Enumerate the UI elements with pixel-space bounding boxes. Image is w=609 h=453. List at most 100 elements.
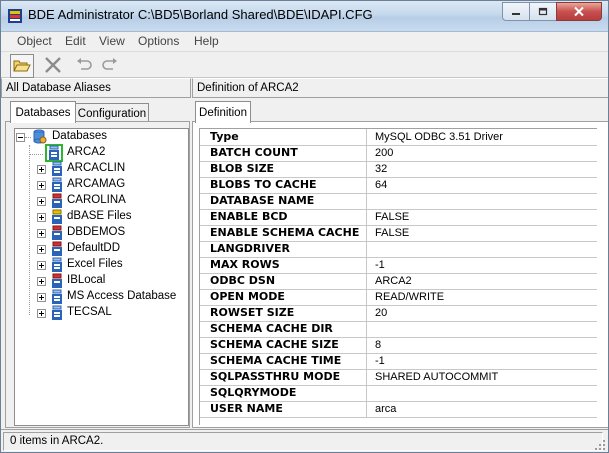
grid-row-sqlpassthru-mode[interactable]: SQLPASSTHRU MODE SHARED AUTOCOMMIT xyxy=(200,369,597,386)
grid-row-schema-cache-time[interactable]: SCHEMA CACHE TIME -1 xyxy=(200,353,597,370)
right-panel-header: Definition of ARCA2 xyxy=(192,78,608,98)
param-value[interactable]: arca xyxy=(368,401,597,417)
param-value[interactable]: 20 xyxy=(368,305,597,321)
param-value[interactable]: 32 xyxy=(368,161,597,177)
grid-row-blob-size[interactable]: BLOB SIZE 32 xyxy=(200,161,597,178)
param-value[interactable]: FALSE xyxy=(368,225,597,241)
grid-row-enable-schema-cache[interactable]: ENABLE SCHEMA CACHE FALSE xyxy=(200,225,597,242)
open-button[interactable] xyxy=(10,54,34,78)
param-name: SCHEMA CACHE DIR xyxy=(200,321,367,337)
param-value[interactable]: FALSE xyxy=(368,209,597,225)
param-value[interactable]: READ/WRITE xyxy=(368,289,597,305)
grid-row-odbc-dsn[interactable]: ODBC DSN ARCA2 xyxy=(200,273,597,290)
param-name: USER NAME xyxy=(200,401,367,417)
grid-row-type[interactable]: Type MySQL ODBC 3.51 Driver xyxy=(200,129,597,146)
tab-databases[interactable]: Databases xyxy=(10,101,76,123)
tree-item-label: ARCAMAG xyxy=(67,178,126,190)
tree-item-label: IBLocal xyxy=(67,274,106,286)
undo-icon xyxy=(77,58,92,70)
param-value[interactable] xyxy=(368,193,597,209)
collapse-icon[interactable] xyxy=(16,133,25,142)
left-panel-header: All Database Aliases xyxy=(1,78,191,98)
param-value[interactable] xyxy=(368,385,597,401)
database-alias-icon xyxy=(52,257,62,272)
tree-item-defaultdd[interactable]: DefaultDD xyxy=(15,241,185,257)
grid-row-max-rows[interactable]: MAX ROWS -1 xyxy=(200,257,597,274)
expand-icon[interactable] xyxy=(37,293,46,302)
database-alias-icon xyxy=(52,289,62,304)
tree-item-label: MS Access Database xyxy=(67,290,177,302)
definition-grid: Type MySQL ODBC 3.51 Driver BATCH COUNT 20… xyxy=(199,128,597,425)
expand-icon[interactable] xyxy=(37,261,46,270)
param-value[interactable]: -1 xyxy=(368,353,597,369)
param-value[interactable]: -1 xyxy=(368,257,597,273)
tree-item-label: ARCA2 xyxy=(67,146,106,158)
grid-row-schema-cache-dir[interactable]: SCHEMA CACHE DIR xyxy=(200,321,597,338)
tree-item-carolina[interactable]: CAROLINA xyxy=(15,193,185,209)
grid-row-open-mode[interactable]: OPEN MODE READ/WRITE xyxy=(200,289,597,306)
expand-icon[interactable] xyxy=(37,165,46,174)
grid-row-schema-cache-size[interactable]: SCHEMA CACHE SIZE 8 xyxy=(200,337,597,354)
menu-view[interactable]: View xyxy=(99,34,125,48)
tree-root-databases[interactable]: Databases xyxy=(15,129,185,145)
expand-icon[interactable] xyxy=(37,213,46,222)
param-value[interactable] xyxy=(368,241,597,257)
tree-item-arcamag[interactable]: ARCAMAG xyxy=(15,177,185,193)
param-name: SQLQRYMODE xyxy=(200,385,367,401)
tree-item-dbdemos[interactable]: DBDEMOS xyxy=(15,225,185,241)
param-value[interactable]: 200 xyxy=(368,145,597,161)
database-tree[interactable]: Databases ARCA2 ARCACLIN ARCAMAG CAROLIN… xyxy=(14,128,189,426)
param-value[interactable]: ARCA2 xyxy=(368,273,597,289)
expand-icon[interactable] xyxy=(37,277,46,286)
toolbar xyxy=(1,52,608,78)
param-value[interactable] xyxy=(368,321,597,337)
tree-item-tecsal[interactable]: TECSAL xyxy=(15,305,185,321)
tab-definition[interactable]: Definition xyxy=(195,101,251,123)
tab-configuration[interactable]: Configuration xyxy=(75,103,149,123)
expand-icon[interactable] xyxy=(37,197,46,206)
menu-options[interactable]: Options xyxy=(138,34,179,48)
menu-edit[interactable]: Edit xyxy=(65,34,86,48)
expand-icon[interactable] xyxy=(37,229,46,238)
expand-icon[interactable] xyxy=(37,181,46,190)
grid-row-database-name[interactable]: DATABASE NAME xyxy=(200,193,597,210)
tree-item-arcaclin[interactable]: ARCACLIN xyxy=(15,161,185,177)
grid-row-langdriver[interactable]: LANGDRIVER xyxy=(200,241,597,258)
grid-row-batch-count[interactable]: BATCH COUNT 200 xyxy=(200,145,597,162)
grid-row-rowset-size[interactable]: ROWSET SIZE 20 xyxy=(200,305,597,322)
minimize-button[interactable] xyxy=(502,2,530,21)
tree-item-iblocal[interactable]: IBLocal xyxy=(15,273,185,289)
param-name: SCHEMA CACHE TIME xyxy=(200,353,367,369)
param-name: MAX ROWS xyxy=(200,257,367,273)
tree-item-arca2[interactable]: ARCA2 xyxy=(15,144,185,162)
param-value[interactable]: 64 xyxy=(368,177,597,193)
databases-tab-panel: Databases ARCA2 ARCACLIN ARCAMAG CAROLIN… xyxy=(5,121,190,428)
grid-row-blobs-to-cache[interactable]: BLOBS TO CACHE 64 xyxy=(200,177,597,194)
title-bar[interactable]: BDE Administrator C:\BD5\Borland Shared\… xyxy=(1,1,608,32)
menu-object[interactable]: Object xyxy=(17,34,52,48)
grid-row-enable-bcd[interactable]: ENABLE BCD FALSE xyxy=(200,209,597,226)
param-value[interactable]: SHARED AUTOCOMMIT xyxy=(368,369,597,385)
close-button[interactable] xyxy=(556,2,602,21)
delete-x-icon xyxy=(45,57,61,73)
grid-row-user-name[interactable]: USER NAME arca xyxy=(200,401,597,418)
menu-help[interactable]: Help xyxy=(194,34,219,48)
close-icon xyxy=(574,6,584,17)
tree-item-ms-access-database[interactable]: MS Access Database xyxy=(15,289,185,305)
tree-item-excel-files[interactable]: Excel Files xyxy=(15,257,185,273)
tree-item-dbase-files[interactable]: dBASE Files xyxy=(15,209,185,225)
param-name: ENABLE BCD xyxy=(200,209,367,225)
resize-grip-icon[interactable] xyxy=(594,439,606,451)
expand-icon[interactable] xyxy=(37,245,46,254)
param-value[interactable]: MySQL ODBC 3.51 Driver xyxy=(368,129,597,145)
expand-icon[interactable] xyxy=(37,309,46,318)
delete-button[interactable] xyxy=(42,54,64,76)
databases-root-icon xyxy=(33,129,47,144)
maximize-button[interactable] xyxy=(529,2,557,21)
redo-button[interactable] xyxy=(99,54,121,76)
undo-button[interactable] xyxy=(73,54,95,76)
grid-row-sqlqrymode[interactable]: SQLQRYMODE xyxy=(200,385,597,402)
bde-app-icon[interactable] xyxy=(7,8,23,24)
param-value[interactable]: 8 xyxy=(368,337,597,353)
tree-item-label: DefaultDD xyxy=(67,242,121,254)
